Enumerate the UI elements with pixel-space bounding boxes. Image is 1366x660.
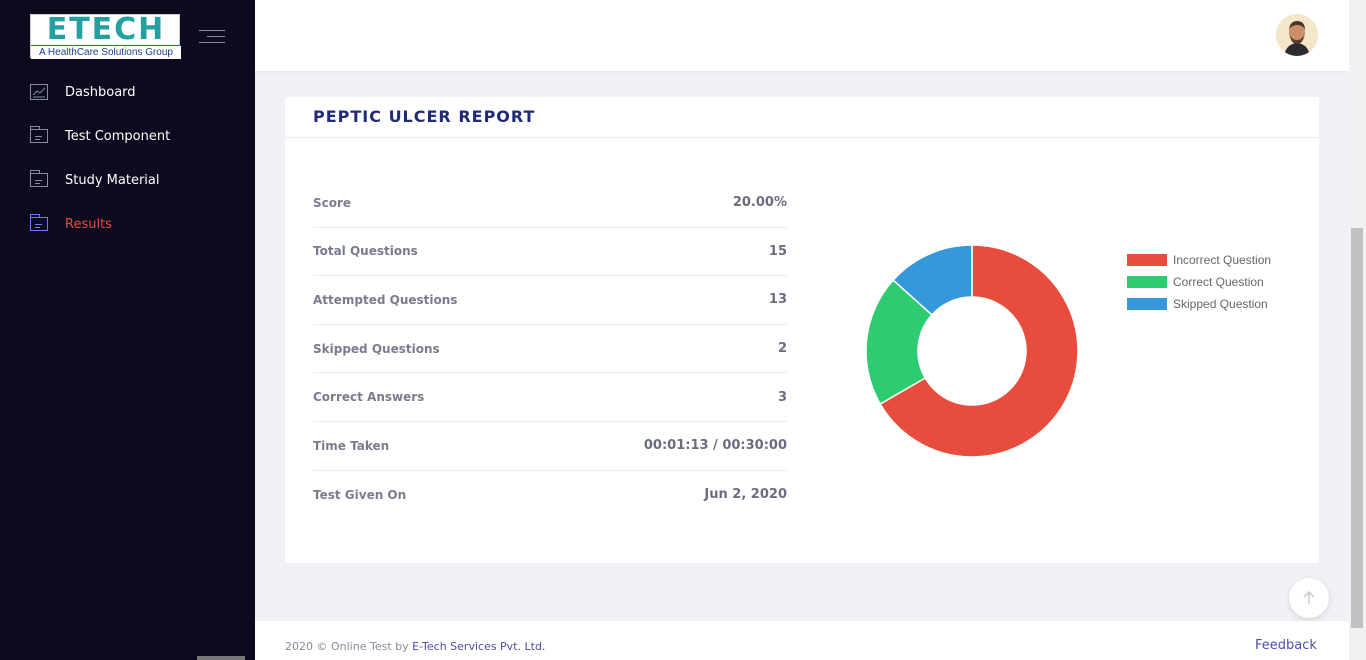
sidebar: ETECH A HealthCare Solutions Group Dashb… (0, 0, 255, 660)
folder-icon (30, 126, 48, 144)
arrow-up-icon (1303, 590, 1315, 604)
summary-label: Attempted Questions (313, 292, 458, 307)
scroll-to-top-button[interactable] (1289, 578, 1329, 618)
page-scrollbar[interactable] (1349, 0, 1366, 660)
summary-value: 15 (768, 243, 787, 259)
feedback-link[interactable]: Feedback (1255, 638, 1317, 653)
summary-row-skipped-questions: Skipped Questions 2 (313, 325, 787, 374)
sidebar-item-label: Test Component (65, 128, 171, 144)
chart-legend: Incorrect Question Correct Question Skip… (1127, 249, 1271, 315)
footer-copyright: 2020 © Online Test by E-Tech Services Pv… (285, 640, 545, 653)
summary-row-time-taken: Time Taken 00:01:13 / 00:30:00 (313, 422, 787, 471)
summary-label: Score (313, 195, 352, 210)
menu-toggle-icon[interactable] (199, 28, 225, 46)
page-title: PEPTIC ULCER REPORT (313, 107, 536, 126)
folder-icon (30, 214, 48, 232)
company-link[interactable]: E-Tech Services Pvt. Ltd. (412, 640, 545, 653)
summary-value: Jun 2, 2020 (704, 487, 787, 503)
report-card: PEPTIC ULCER REPORT Score 20.00% Total Q… (285, 97, 1319, 563)
summary-value: 00:01:13 / 00:30:00 (643, 438, 787, 454)
logo-subtitle: A HealthCare Solutions Group (31, 45, 181, 59)
summary-row-total-questions: Total Questions 15 (313, 228, 787, 277)
summary-value: 3 (777, 389, 787, 405)
chart-icon (30, 84, 48, 100)
scrollbar-thumb[interactable] (1351, 228, 1363, 628)
horizontal-scroll-indicator (197, 656, 245, 660)
summary-value: 13 (768, 292, 787, 308)
summary-label: Test Given On (313, 487, 407, 502)
logo-text: ETECH (46, 12, 166, 47)
top-header (255, 0, 1349, 71)
report-summary-list: Score 20.00% Total Questions 15 Attempte… (313, 179, 787, 519)
sidebar-nav: Dashboard Test Component Study Material … (0, 70, 255, 246)
divider (285, 137, 1319, 138)
sidebar-item-label: Results (65, 216, 112, 232)
summary-label: Total Questions (313, 244, 418, 259)
summary-row-attempted-questions: Attempted Questions 13 (313, 276, 787, 325)
sidebar-item-label: Study Material (65, 172, 160, 188)
legend-item-skipped[interactable]: Skipped Question (1127, 293, 1271, 315)
summary-label: Time Taken (313, 438, 390, 453)
result-donut-chart (865, 244, 1079, 458)
legend-swatch (1127, 298, 1167, 310)
folder-icon (30, 170, 48, 188)
sidebar-item-dashboard[interactable]: Dashboard (0, 70, 255, 114)
summary-label: Skipped Questions (313, 341, 440, 356)
summary-row-score: Score 20.00% (313, 179, 787, 228)
legend-label: Correct Question (1173, 275, 1264, 289)
sidebar-item-results[interactable]: Results (0, 202, 255, 246)
legend-item-correct[interactable]: Correct Question (1127, 271, 1271, 293)
summary-value: 20.00% (732, 195, 787, 211)
legend-swatch (1127, 254, 1167, 266)
summary-value: 2 (777, 341, 787, 357)
sidebar-item-study-material[interactable]: Study Material (0, 158, 255, 202)
brand-logo[interactable]: ETECH A HealthCare Solutions Group (30, 12, 181, 59)
legend-label: Incorrect Question (1173, 253, 1272, 267)
copyright-text: 2020 © Online Test by (285, 640, 413, 653)
summary-row-test-given-on: Test Given On Jun 2, 2020 (313, 471, 787, 520)
summary-label: Correct Answers (313, 390, 425, 405)
footer: 2020 © Online Test by E-Tech Services Pv… (255, 621, 1349, 660)
legend-item-incorrect[interactable]: Incorrect Question (1127, 249, 1271, 271)
legend-label: Skipped Question (1173, 297, 1268, 311)
sidebar-item-test-component[interactable]: Test Component (0, 114, 255, 158)
legend-swatch (1127, 276, 1167, 288)
user-avatar[interactable] (1276, 14, 1318, 56)
summary-row-correct-answers: Correct Answers 3 (313, 373, 787, 422)
sidebar-item-label: Dashboard (65, 84, 136, 100)
